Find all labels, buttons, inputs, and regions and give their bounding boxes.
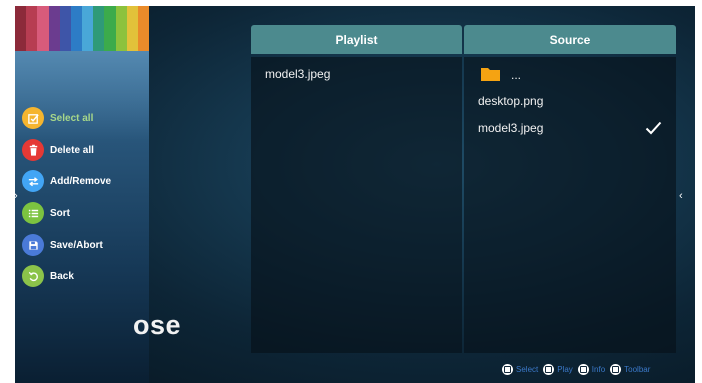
background-title-text: ose	[133, 310, 182, 340]
colored-pencils-image	[15, 6, 150, 51]
list-icon	[22, 202, 44, 224]
toolbar-button-icon	[610, 364, 622, 375]
hint-label: Info	[591, 365, 606, 374]
menu-item-delete-all[interactable]: Delete all	[22, 139, 94, 161]
menu-item-label: Save/Abort	[50, 239, 103, 251]
source-header: Source	[464, 25, 676, 54]
check-icon	[645, 121, 662, 135]
save-icon	[22, 234, 44, 256]
hint-label: Play	[557, 365, 573, 374]
menu-item-label: Delete all	[50, 144, 94, 156]
menu-item-add-remove[interactable]: Add/Remove	[22, 170, 111, 192]
chevron-left-icon[interactable]: ‹	[679, 190, 683, 202]
source-panel: ... desktop.png model3.jpeg	[464, 57, 676, 353]
hint-play: Play	[543, 364, 573, 375]
screen: Select all Delete all Add/Remove Sort Sa	[15, 6, 695, 383]
hint-info: Info	[577, 364, 606, 375]
playlist-panel: model3.jpeg	[251, 57, 462, 353]
hint-label: Toolbar	[624, 365, 651, 374]
play-button-icon	[543, 364, 555, 375]
back-icon	[22, 265, 44, 287]
remote-hints-bar: Select Play Info Toolbar	[502, 364, 655, 375]
hint-label: Select	[516, 365, 539, 374]
menu-item-label: Back	[50, 270, 74, 282]
sidebar: Select all Delete all Add/Remove Sort Sa	[15, 6, 150, 383]
folder-icon[interactable]	[481, 66, 500, 81]
parent-folder-item[interactable]: ...	[511, 68, 521, 82]
menu-item-label: Select all	[50, 112, 94, 124]
source-item[interactable]: desktop.png	[478, 94, 543, 108]
playlist-header: Playlist	[251, 25, 462, 54]
trash-icon	[22, 139, 44, 161]
menu-item-label: Sort	[50, 207, 70, 219]
menu-item-back[interactable]: Back	[22, 265, 74, 287]
menu-item-sort[interactable]: Sort	[22, 202, 70, 224]
select-all-icon	[22, 107, 44, 129]
source-item-checked[interactable]: model3.jpeg	[478, 121, 543, 135]
menu-item-select-all[interactable]: Select all	[22, 107, 93, 129]
playlist-item[interactable]: model3.jpeg	[265, 67, 330, 81]
info-button-icon	[577, 364, 589, 375]
swap-icon	[22, 170, 44, 192]
menu-item-label: Add/Remove	[50, 175, 112, 187]
ok-button-icon	[502, 364, 513, 375]
hint-select: Select	[502, 364, 538, 375]
menu-item-save-abort[interactable]: Save/Abort	[22, 234, 103, 256]
chevron-right-icon[interactable]: ›	[15, 190, 18, 202]
hint-toolbar: Toolbar	[610, 364, 650, 375]
